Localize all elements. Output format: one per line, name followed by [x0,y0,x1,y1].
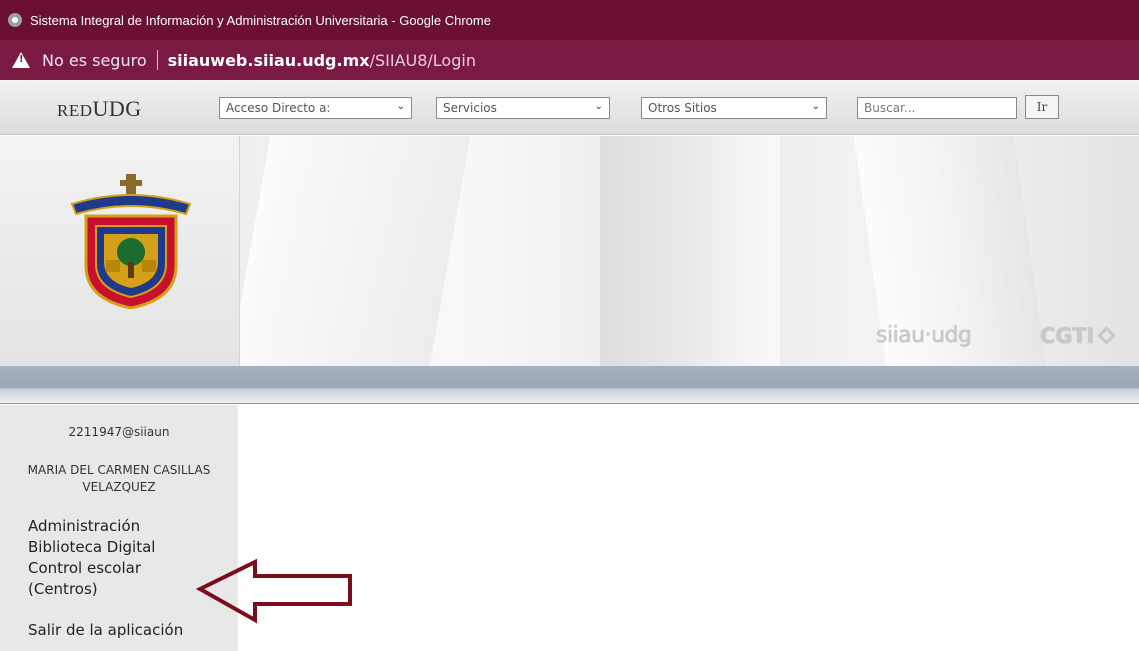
go-button[interactable]: Ir [1025,95,1059,119]
red-udg-logo[interactable]: REDUDG [57,96,142,122]
diamond-icon [1097,326,1117,345]
window-titlebar: Sistema Integral de Información y Admini… [0,0,1139,40]
university-shield-icon [70,174,192,309]
search-input[interactable]: Buscar... [857,97,1017,119]
chrome-icon [8,13,22,27]
search-placeholder: Buscar... [864,101,916,115]
security-label[interactable]: No es seguro [42,51,147,70]
cgti-brand: CGTI [1040,324,1117,348]
logo-red: RED [57,101,93,120]
university-logo-panel [0,136,240,366]
sidebar-item-biblioteca-digital[interactable]: Biblioteca Digital [28,537,233,558]
dropdown-label: Servicios [443,101,497,115]
top-navigation: REDUDG Acceso Directo a: ⌄ Servicios ⌄ O… [0,80,1139,135]
window-title: Sistema Integral de Información y Admini… [30,12,491,28]
user-name-line2: VELAZQUEZ [82,480,156,494]
chevron-down-icon: ⌄ [396,101,405,112]
user-name: MARIA DEL CARMEN CASILLAS VELAZQUEZ [0,462,238,496]
banner-decoration [600,136,780,366]
address-bar[interactable]: No es seguro siiauweb.siiau.udg.mx /SIIA… [0,40,1139,80]
chevron-down-icon: ⌄ [811,101,820,112]
url-host[interactable]: siiauweb.siiau.udg.mx [168,51,370,70]
servicios-dropdown[interactable]: Servicios ⌄ [436,97,610,119]
banner-bottom-bar [0,366,1139,404]
dropdown-label: Otros Sitios [648,101,717,115]
header-banner: siiau·udg CGTI [0,136,1139,366]
otros-sitios-dropdown[interactable]: Otros Sitios ⌄ [641,97,827,119]
logo-udg: UDG [92,96,142,121]
sidebar-item-administracion[interactable]: Administración [28,516,233,537]
banner-decoration [229,136,471,366]
user-name-line1: MARIA DEL CARMEN CASILLAS [27,463,211,477]
dropdown-label: Acceso Directo a: [226,101,331,115]
chevron-down-icon: ⌄ [594,101,603,112]
user-id: 2211947@siiaun [68,425,170,439]
cgti-label: CGTI [1040,324,1095,348]
acceso-directo-dropdown[interactable]: Acceso Directo a: ⌄ [219,97,412,119]
warning-icon[interactable] [12,52,30,68]
siiau-udg-brand: siiau·udg [876,323,972,348]
address-separator [156,50,158,70]
url-path[interactable]: /SIIAU8/Login [370,51,476,70]
annotation-arrow-icon [195,558,352,624]
